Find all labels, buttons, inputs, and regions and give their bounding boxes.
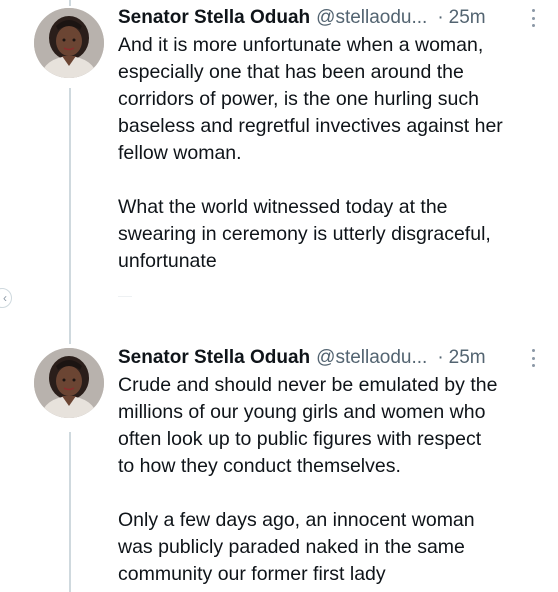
- timestamp[interactable]: 25m: [449, 7, 486, 29]
- tweet-paragraph: Only a few days ago, an innocent woman w…: [118, 509, 475, 585]
- separator-dot: ·: [437, 7, 444, 28]
- more-options-icon[interactable]: [528, 347, 538, 369]
- separator-dot: ·: [437, 347, 444, 368]
- tweet-text: Crude and should never be emulated by th…: [118, 372, 550, 588]
- profile-photo-avatar[interactable]: [34, 8, 104, 78]
- tweet-header: Senator Stella Oduah @stellaodu... · 25m: [118, 344, 542, 372]
- author-handle[interactable]: @stellaodu...: [316, 347, 427, 369]
- tweet-paragraph: What the world witnessed today at the sw…: [118, 196, 491, 272]
- profile-photo-avatar[interactable]: [34, 348, 104, 418]
- tweet-paragraph: Crude and should never be emulated by th…: [118, 374, 498, 477]
- tweet[interactable]: Senator Stella Oduah @stellaodu... · 25m…: [0, 0, 558, 340]
- more-options-icon[interactable]: [528, 7, 538, 29]
- tweet-header: Senator Stella Oduah @stellaodu... · 25m: [118, 4, 542, 32]
- tweet-paragraph: And it is more unfortunate when a woman,…: [118, 34, 503, 164]
- tweet-text: And it is more unfortunate when a woman,…: [118, 32, 550, 275]
- avatar-portrait-icon: [34, 348, 104, 418]
- tweet[interactable]: Senator Stella Oduah @stellaodu... · 25m…: [0, 344, 558, 592]
- author-handle[interactable]: @stellaodu...: [316, 7, 427, 29]
- timestamp[interactable]: 25m: [449, 347, 486, 369]
- avatar-portrait-icon: [34, 8, 104, 78]
- author-name[interactable]: Senator Stella Oduah: [118, 347, 310, 369]
- author-name[interactable]: Senator Stella Oduah: [118, 7, 310, 29]
